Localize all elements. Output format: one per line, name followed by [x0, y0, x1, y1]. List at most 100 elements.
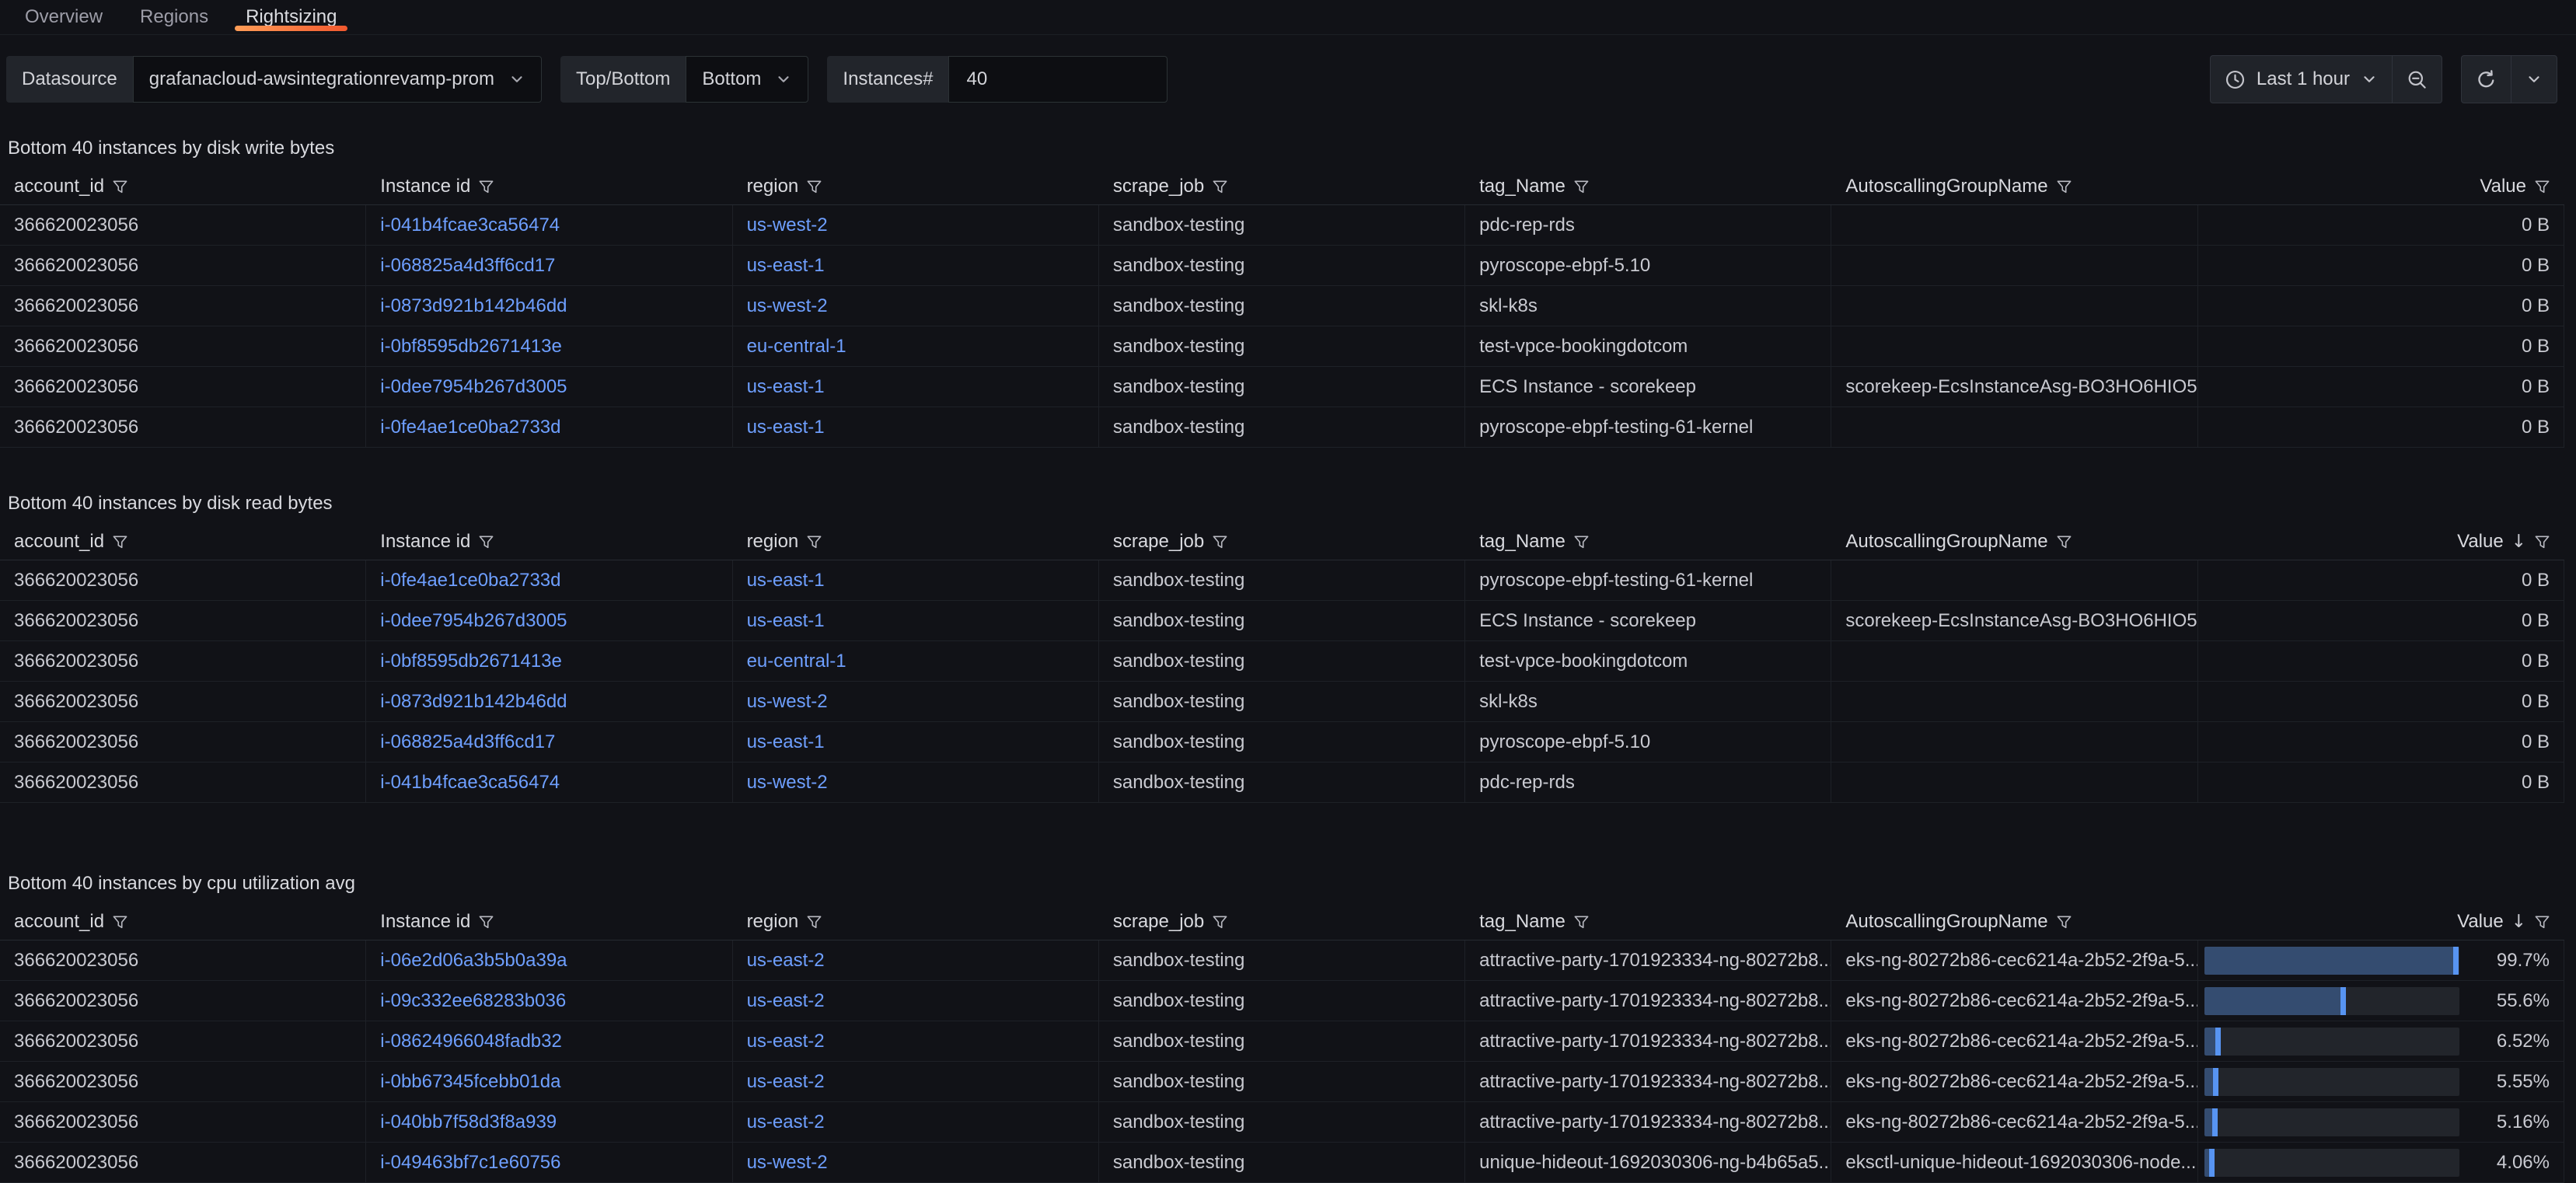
region-link[interactable]: us-east-2	[747, 950, 825, 972]
filter-icon[interactable]	[806, 534, 822, 550]
table-header-row: account_idInstance idregionscrape_jobtag…	[0, 169, 2564, 205]
column-header-account_id[interactable]: account_id	[0, 169, 366, 204]
region-link[interactable]: us-west-2	[747, 295, 828, 317]
panel-title-disk-read-bytes[interactable]: Bottom 40 instances by disk read bytes	[8, 491, 2576, 516]
instance-link[interactable]: i-0fe4ae1ce0ba2733d	[380, 417, 560, 438]
instance-link[interactable]: i-09c332ee68283b036	[380, 990, 566, 1012]
filter-icon[interactable]	[1573, 914, 1590, 930]
column-header-value[interactable]: Value↓	[2198, 524, 2564, 560]
instance-link[interactable]: i-0bb67345fcebb01da	[380, 1071, 560, 1093]
column-header-region[interactable]: region	[733, 169, 1099, 204]
column-header-asg[interactable]: AutoscallingGroupName	[1831, 524, 2197, 560]
refresh-interval-button[interactable]	[2511, 56, 2557, 103]
instance-link[interactable]: i-0fe4ae1ce0ba2733d	[380, 570, 560, 592]
column-header-region[interactable]: region	[733, 524, 1099, 560]
datasource-select[interactable]: grafanacloud-awsintegrationrevamp-prom	[133, 56, 542, 103]
instance-link[interactable]: i-0dee7954b267d3005	[380, 610, 567, 632]
tab-regions[interactable]: Regions	[121, 0, 227, 34]
top-bottom-select[interactable]: Bottom	[686, 56, 808, 103]
column-header-asg[interactable]: AutoscallingGroupName	[1831, 169, 2197, 204]
filter-icon[interactable]	[2056, 914, 2072, 930]
filter-icon[interactable]	[806, 914, 822, 930]
filter-icon[interactable]	[1573, 179, 1590, 195]
tab-rightsizing[interactable]: Rightsizing	[227, 0, 355, 34]
filter-icon[interactable]	[1212, 914, 1228, 930]
region-link[interactable]: us-east-1	[747, 610, 825, 632]
panel-title-disk-write-bytes[interactable]: Bottom 40 instances by disk write bytes	[8, 136, 2576, 161]
filter-icon[interactable]	[478, 179, 494, 195]
instance-link[interactable]: i-0873d921b142b46dd	[380, 295, 567, 317]
filter-icon[interactable]	[112, 914, 128, 930]
filter-icon[interactable]	[806, 179, 822, 195]
filter-icon[interactable]	[112, 179, 128, 195]
instance-link[interactable]: i-049463bf7c1e60756	[380, 1152, 560, 1174]
cell-region: us-east-2	[733, 940, 1099, 980]
column-header-scrape_job[interactable]: scrape_job	[1099, 524, 1465, 560]
table-cpu-utilization-avg: account_idInstance idregionscrape_jobtag…	[0, 904, 2564, 1183]
filter-icon[interactable]	[478, 534, 494, 550]
filter-icon[interactable]	[2534, 534, 2550, 550]
region-link[interactable]: us-east-1	[747, 376, 825, 398]
instance-link[interactable]: i-041b4fcae3ca56474	[380, 215, 560, 236]
column-header-asg[interactable]: AutoscallingGroupName	[1831, 904, 2197, 940]
region-link[interactable]: us-west-2	[747, 215, 828, 236]
column-header-scrape_job[interactable]: scrape_job	[1099, 904, 1465, 940]
column-header-region[interactable]: region	[733, 904, 1099, 940]
panel-title-cpu-utilization-avg[interactable]: Bottom 40 instances by cpu utilization a…	[8, 871, 2576, 896]
cell-tag-name: pdc-rep-rds	[1465, 205, 1831, 245]
region-link[interactable]: us-east-1	[747, 255, 825, 277]
region-link[interactable]: us-west-2	[747, 772, 828, 794]
filter-icon[interactable]	[112, 534, 128, 550]
instance-link[interactable]: i-0bf8595db2671413e	[380, 336, 562, 358]
region-link[interactable]: us-east-2	[747, 1111, 825, 1133]
time-picker: Last 1 hour	[2210, 55, 2442, 103]
column-header-instance_id[interactable]: Instance id	[366, 904, 732, 940]
region-link[interactable]: eu-central-1	[747, 336, 846, 358]
filter-icon[interactable]	[2534, 914, 2550, 930]
region-link[interactable]: us-east-2	[747, 1071, 825, 1093]
instance-link[interactable]: i-041b4fcae3ca56474	[380, 772, 560, 794]
column-header-value[interactable]: Value	[2198, 169, 2564, 204]
region-link[interactable]: us-east-2	[747, 1031, 825, 1052]
filter-icon[interactable]	[2056, 534, 2072, 550]
column-header-account_id[interactable]: account_id	[0, 524, 366, 560]
column-header-tag_name[interactable]: tag_Name	[1465, 524, 1831, 560]
instance-link[interactable]: i-0bf8595db2671413e	[380, 651, 562, 672]
instance-link[interactable]: i-06e2d06a3b5b0a39a	[380, 950, 567, 972]
column-header-instance_id[interactable]: Instance id	[366, 169, 732, 204]
region-link[interactable]: us-west-2	[747, 691, 828, 713]
instance-link[interactable]: i-068825a4d3ff6cd17	[380, 731, 555, 753]
filter-icon[interactable]	[2534, 179, 2550, 195]
filter-icon[interactable]	[478, 914, 494, 930]
column-header-account_id[interactable]: account_id	[0, 904, 366, 940]
instance-link[interactable]: i-068825a4d3ff6cd17	[380, 255, 555, 277]
tab-overview[interactable]: Overview	[6, 0, 121, 34]
filter-icon[interactable]	[1573, 534, 1590, 550]
region-link[interactable]: eu-central-1	[747, 651, 846, 672]
time-range-button[interactable]: Last 1 hour	[2211, 56, 2392, 103]
filter-icon[interactable]	[1212, 534, 1228, 550]
cell-tag-name: pyroscope-ebpf-testing-61-kernel	[1465, 407, 1831, 447]
region-link[interactable]: us-east-2	[747, 990, 825, 1012]
instance-link[interactable]: i-0dee7954b267d3005	[380, 376, 567, 398]
instances-input[interactable]	[965, 68, 1139, 91]
column-header-tag_name[interactable]: tag_Name	[1465, 169, 1831, 204]
column-header-tag_name[interactable]: tag_Name	[1465, 904, 1831, 940]
column-header-instance_id[interactable]: Instance id	[366, 524, 732, 560]
zoom-out-button[interactable]	[2392, 56, 2442, 103]
instance-link[interactable]: i-08624966048fadb32	[380, 1031, 562, 1052]
time-range-label: Last 1 hour	[2257, 68, 2350, 90]
cell-account-id: 366620023056	[0, 560, 366, 600]
instance-link[interactable]: i-040bb7f58d3f8a939	[380, 1111, 557, 1133]
region-link[interactable]: us-east-1	[747, 570, 825, 592]
region-link[interactable]: us-west-2	[747, 1152, 828, 1174]
filter-icon[interactable]	[1212, 179, 1228, 195]
region-link[interactable]: us-east-1	[747, 731, 825, 753]
column-header-value[interactable]: Value↓	[2198, 904, 2564, 940]
column-header-scrape_job[interactable]: scrape_job	[1099, 169, 1465, 204]
instance-link[interactable]: i-0873d921b142b46dd	[380, 691, 567, 713]
table-row: 366620023056i-068825a4d3ff6cd17us-east-1…	[0, 722, 2564, 762]
refresh-button[interactable]	[2462, 56, 2511, 103]
filter-icon[interactable]	[2056, 179, 2072, 195]
region-link[interactable]: us-east-1	[747, 417, 825, 438]
